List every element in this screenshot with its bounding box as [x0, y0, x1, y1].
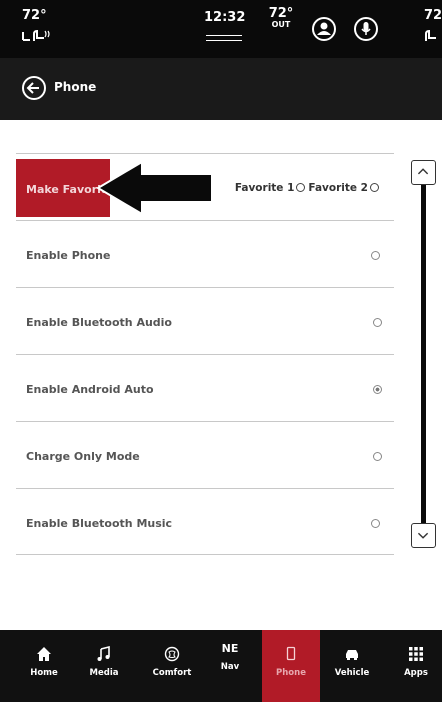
music-note-icon: [97, 646, 110, 661]
voice-button[interactable]: [354, 17, 378, 41]
favorite-1-radio[interactable]: [296, 183, 306, 192]
chevron-up-icon: [417, 168, 429, 175]
nav-phone[interactable]: Phone: [262, 630, 320, 702]
favorite-2-radio[interactable]: [370, 183, 379, 192]
pointer-arrow-icon: [96, 160, 213, 216]
scroll-up-button[interactable]: [411, 160, 436, 185]
home-icon: [37, 647, 51, 661]
scroll-down-button[interactable]: [411, 523, 436, 548]
nav-home[interactable]: Home: [18, 630, 70, 702]
compass-icon: NE: [221, 642, 239, 655]
header: Phone: [0, 58, 442, 120]
apps-grid-icon: [409, 647, 423, 661]
enable-bluetooth-audio-radio[interactable]: [373, 318, 382, 327]
clock: 12:32: [204, 10, 246, 25]
heated-seat-icon[interactable]: [20, 28, 50, 44]
enable-phone-radio[interactable]: [371, 251, 380, 260]
nav-vehicle[interactable]: Vehicle: [326, 630, 378, 702]
page-title: Phone: [54, 80, 97, 94]
chevron-down-icon: [417, 532, 429, 539]
outside-temp-label: OUT: [271, 20, 291, 29]
user-icon: [317, 22, 331, 35]
clock-underline: [206, 35, 242, 36]
nav-nav[interactable]: NE Nav: [204, 630, 256, 702]
setting-row-enable-bluetooth-music[interactable]: Enable Bluetooth Music: [16, 488, 394, 555]
clock-underline: [206, 40, 242, 41]
nav-comfort[interactable]: Comfort: [146, 630, 198, 702]
profile-button[interactable]: [312, 17, 336, 41]
nav-label: Vehicle: [334, 668, 370, 678]
nav-label: Media: [89, 668, 119, 678]
setting-label: Enable Android Auto: [26, 383, 154, 396]
nav-label: Home: [30, 668, 58, 678]
favorite-1-label: Favorite 1: [234, 182, 295, 194]
bottom-nav: Home Media Comfort NE Nav Phone Vehicle …: [0, 630, 442, 702]
nav-label: Comfort: [152, 668, 192, 678]
phone-icon: [286, 646, 296, 661]
setting-row-enable-phone[interactable]: Enable Phone: [16, 220, 394, 287]
setting-row-charge-only-mode[interactable]: Charge Only Mode: [16, 421, 394, 488]
outside-temp-value: 72°: [268, 6, 294, 21]
status-bar: 72° 12:32 72° OUT 72°: [0, 0, 442, 58]
charge-only-mode-radio[interactable]: [373, 452, 382, 461]
favorite-2-label: Favorite 2: [308, 182, 368, 194]
arrow-left-icon: [26, 82, 39, 94]
nav-label: Apps: [404, 668, 428, 678]
setting-label: Enable Bluetooth Music: [26, 517, 173, 530]
comfort-icon: [164, 646, 180, 662]
enable-bluetooth-music-radio[interactable]: [371, 519, 380, 528]
nav-label: Phone: [276, 668, 306, 678]
nav-label: Nav: [220, 662, 240, 672]
scrollbar-track[interactable]: [421, 176, 426, 536]
vehicle-icon: [346, 650, 358, 660]
back-button[interactable]: [22, 76, 46, 100]
nav-apps[interactable]: Apps: [392, 630, 440, 702]
favorite-options: Favorite 1 Favorite 2: [235, 182, 382, 194]
nav-media[interactable]: Media: [78, 630, 130, 702]
microphone-icon: [361, 22, 371, 35]
enable-android-auto-radio[interactable]: [373, 385, 382, 394]
setting-label: Charge Only Mode: [26, 450, 140, 463]
setting-row-enable-android-auto[interactable]: Enable Android Auto: [16, 354, 394, 421]
outside-temperature: 72° OUT: [268, 6, 294, 29]
setting-row-enable-bluetooth-audio[interactable]: Enable Bluetooth Audio: [16, 287, 394, 354]
passenger-seat-icon[interactable]: [424, 28, 442, 44]
driver-temperature[interactable]: 72°: [22, 8, 47, 23]
setting-label: Enable Phone: [26, 249, 111, 262]
setting-label: Enable Bluetooth Audio: [26, 316, 172, 329]
passenger-temperature[interactable]: 72°: [424, 8, 442, 23]
